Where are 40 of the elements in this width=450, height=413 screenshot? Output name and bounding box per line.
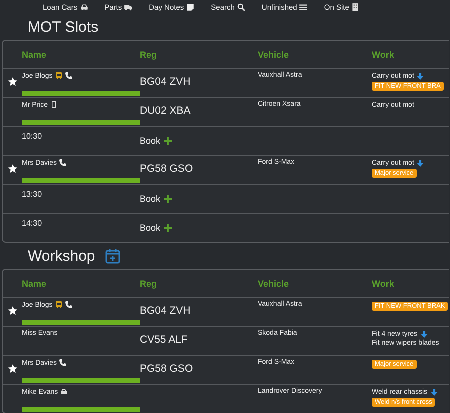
- registration: BG04 ZVH: [140, 76, 191, 88]
- star-icon[interactable]: [8, 364, 18, 374]
- plus-icon: [164, 224, 172, 232]
- slot-time: 10:30: [22, 132, 42, 141]
- registration: PG58 GSO: [140, 163, 194, 175]
- star-icon[interactable]: [8, 306, 18, 316]
- book-link[interactable]: Book: [140, 223, 172, 233]
- slot-time: 13:30: [22, 190, 42, 199]
- slot-time: 14:30: [22, 219, 42, 228]
- column-header: Name: [22, 50, 48, 60]
- section-title: MOT Slots: [28, 18, 99, 36]
- building-icon: [351, 3, 360, 12]
- plus-icon: [164, 195, 172, 203]
- star-icon[interactable]: [8, 77, 18, 87]
- column-header: Reg: [140, 278, 158, 288]
- truck-icon: [124, 3, 134, 12]
- registration: DU02 XBA: [140, 105, 191, 117]
- registration: CV55 ALF: [140, 334, 188, 346]
- column-header: Reg: [140, 50, 158, 60]
- down-arrow-icon[interactable]: [417, 73, 424, 80]
- down-arrow-icon[interactable]: [430, 389, 438, 396]
- search-icon: [236, 3, 246, 12]
- registration: BG04 ZVH: [140, 305, 191, 317]
- book-link[interactable]: Book: [140, 136, 172, 146]
- column-header: Work: [372, 50, 396, 60]
- car-icon: [80, 3, 89, 12]
- calendar-add-icon[interactable]: [105, 248, 122, 264]
- book-link[interactable]: Book: [140, 194, 172, 204]
- plus-icon: [164, 137, 172, 145]
- star-icon[interactable]: [8, 164, 18, 174]
- column-header: Vehicle: [258, 50, 290, 60]
- down-arrow-icon[interactable]: [417, 160, 424, 167]
- note-icon: [186, 3, 196, 12]
- list-icon: [299, 3, 308, 12]
- down-arrow-icon[interactable]: [420, 331, 428, 338]
- section-title: Workshop: [28, 248, 96, 264]
- column-header: Name: [22, 278, 48, 288]
- registration: PG58 GSO: [140, 363, 194, 375]
- column-header: Work: [372, 278, 396, 288]
- column-header: Vehicle: [258, 278, 290, 288]
